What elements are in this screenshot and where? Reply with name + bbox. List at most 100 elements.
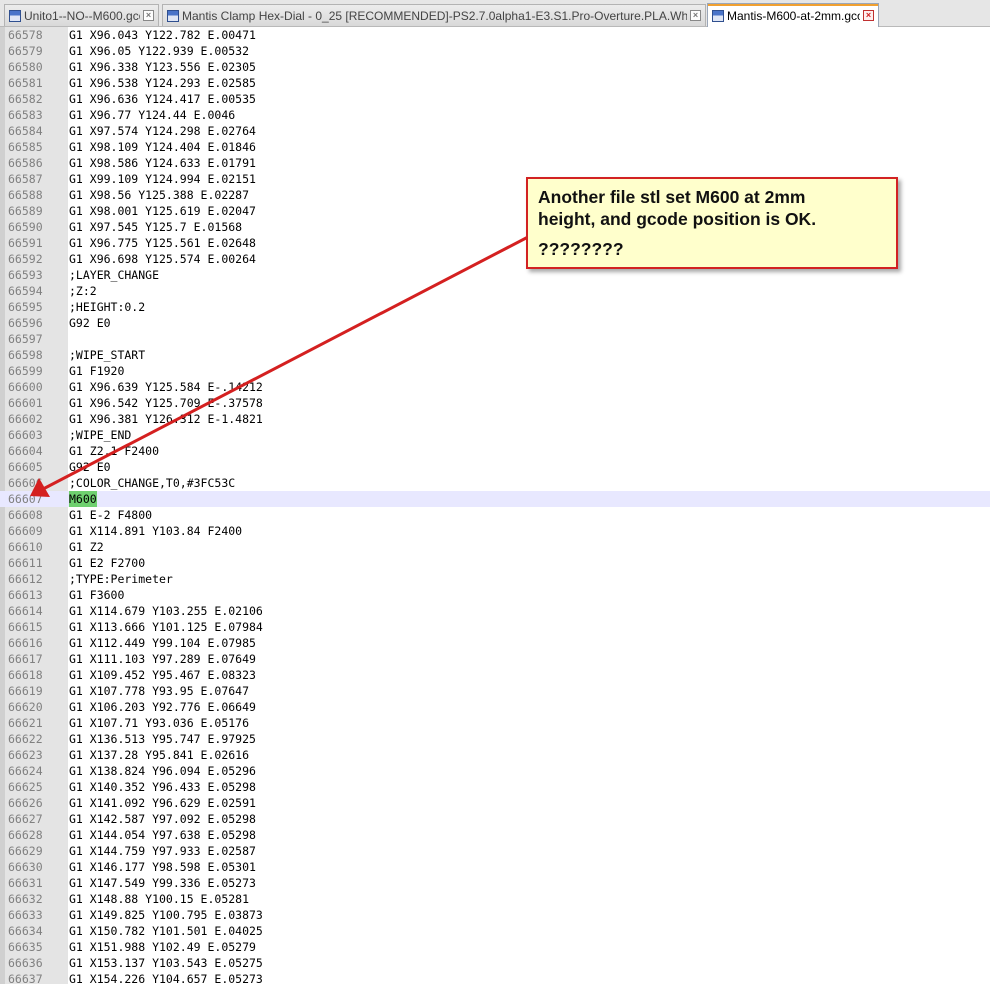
code-text[interactable]: G1 X107.778 Y93.95 E.07647 (69, 683, 249, 699)
code-line[interactable]: 66620 G1 X106.203 Y92.776 E.06649 (0, 699, 990, 715)
close-icon[interactable]: × (143, 10, 154, 21)
code-line[interactable]: 66632 G1 X148.88 Y100.15 E.05281 (0, 891, 990, 907)
code-text[interactable]: G1 X98.001 Y125.619 E.02047 (69, 203, 256, 219)
code-line[interactable]: 66580 G1 X96.338 Y123.556 E.02305 (0, 59, 990, 75)
code-lines[interactable]: 66578 G1 X96.043 Y122.782 E.00471 66579 G1 … (0, 27, 990, 984)
code-line[interactable]: 66581 G1 X96.538 Y124.293 E.02585 (0, 75, 990, 91)
code-line[interactable]: 66616 G1 X112.449 Y99.104 E.07985 (0, 635, 990, 651)
code-line[interactable]: 66630 G1 X146.177 Y98.598 E.05301 (0, 859, 990, 875)
code-line[interactable]: 66636 G1 X153.137 Y103.543 E.05275 (0, 955, 990, 971)
close-icon[interactable]: × (863, 10, 874, 21)
code-text[interactable]: G1 X114.891 Y103.84 F2400 (69, 523, 242, 539)
code-text[interactable]: G1 Z2 (69, 539, 104, 555)
code-line[interactable]: 66628 G1 X144.054 Y97.638 E.05298 (0, 827, 990, 843)
code-line[interactable]: 66618 G1 X109.452 Y95.467 E.08323 (0, 667, 990, 683)
code-line[interactable]: 66605 G92 E0 (0, 459, 990, 475)
code-text[interactable]: ;LAYER_CHANGE (69, 267, 159, 283)
code-text[interactable]: ;WIPE_END (69, 427, 131, 443)
code-text[interactable]: G1 X98.586 Y124.633 E.01791 (69, 155, 256, 171)
code-text[interactable]: G1 X149.825 Y100.795 E.03873 (69, 907, 263, 923)
code-line[interactable]: 66583 G1 X96.77 Y124.44 E.0046 (0, 107, 990, 123)
code-text[interactable]: G1 X153.137 Y103.543 E.05275 (69, 955, 263, 971)
code-line[interactable]: 66609 G1 X114.891 Y103.84 F2400 (0, 523, 990, 539)
code-line[interactable]: 66621 G1 X107.71 Y93.036 E.05176 (0, 715, 990, 731)
code-text[interactable]: G1 X96.05 Y122.939 E.00532 (69, 43, 249, 59)
code-text[interactable]: G1 X137.28 Y95.841 E.02616 (69, 747, 249, 763)
code-line[interactable]: 66624 G1 X138.824 Y96.094 E.05296 (0, 763, 990, 779)
selected-code-text[interactable]: M600 (69, 491, 97, 507)
code-line[interactable]: 66614 G1 X114.679 Y103.255 E.02106 (0, 603, 990, 619)
code-text[interactable]: G1 X106.203 Y92.776 E.06649 (69, 699, 256, 715)
code-line[interactable]: 66597 (0, 331, 990, 347)
code-text[interactable]: G1 X107.71 Y93.036 E.05176 (69, 715, 249, 731)
code-line[interactable]: 66629 G1 X144.759 Y97.933 E.02587 (0, 843, 990, 859)
code-text[interactable]: G1 X109.452 Y95.467 E.08323 (69, 667, 256, 683)
code-line[interactable]: 66586 G1 X98.586 Y124.633 E.01791 (0, 155, 990, 171)
code-text[interactable]: G1 X99.109 Y124.994 E.02151 (69, 171, 256, 187)
code-text[interactable]: G1 X111.103 Y97.289 E.07649 (69, 651, 256, 667)
code-text[interactable]: G1 X151.988 Y102.49 E.05279 (69, 939, 256, 955)
code-text[interactable]: G1 X96.636 Y124.417 E.00535 (69, 91, 256, 107)
code-text[interactable]: G1 Z2.1 F2400 (69, 443, 159, 459)
code-text[interactable]: G92 E0 (69, 315, 111, 331)
code-line[interactable]: 66601 G1 X96.542 Y125.709 E-.37578 (0, 395, 990, 411)
code-line[interactable]: 66595 ;HEIGHT:0.2 (0, 299, 990, 315)
code-text[interactable]: ;HEIGHT:0.2 (69, 299, 145, 315)
code-text[interactable]: G1 X96.538 Y124.293 E.02585 (69, 75, 256, 91)
code-text[interactable]: G1 X144.759 Y97.933 E.02587 (69, 843, 256, 859)
code-text[interactable]: G1 X141.092 Y96.629 E.02591 (69, 795, 256, 811)
code-line[interactable]: 66585 G1 X98.109 Y124.404 E.01846 (0, 139, 990, 155)
code-text[interactable]: G1 X98.109 Y124.404 E.01846 (69, 139, 256, 155)
code-text[interactable]: G1 X142.587 Y97.092 E.05298 (69, 811, 256, 827)
code-line[interactable]: 66634 G1 X150.782 Y101.501 E.04025 (0, 923, 990, 939)
code-text[interactable]: G1 X96.698 Y125.574 E.00264 (69, 251, 256, 267)
code-line[interactable]: 66612 ;TYPE:Perimeter (0, 571, 990, 587)
code-text[interactable]: G92 E0 (69, 459, 111, 475)
tab-unito1-no-m600[interactable]: Unito1--NO--M600.gcode × (4, 4, 159, 26)
code-text[interactable]: ;Z:2 (69, 283, 97, 299)
code-text[interactable]: G1 X146.177 Y98.598 E.05301 (69, 859, 256, 875)
code-line[interactable]: 66625 G1 X140.352 Y96.433 E.05298 (0, 779, 990, 795)
code-line[interactable]: 66596 G92 E0 (0, 315, 990, 331)
code-text[interactable]: G1 X112.449 Y99.104 E.07985 (69, 635, 256, 651)
code-text[interactable]: G1 X97.574 Y124.298 E.02764 (69, 123, 256, 139)
code-text[interactable]: G1 X144.054 Y97.638 E.05298 (69, 827, 256, 843)
code-line[interactable]: 66611 G1 E2 F2700 (0, 555, 990, 571)
code-line[interactable]: 66613 G1 F3600 (0, 587, 990, 603)
code-text[interactable]: G1 E2 F2700 (69, 555, 145, 571)
code-text[interactable]: G1 X96.338 Y123.556 E.02305 (69, 59, 256, 75)
code-text[interactable]: G1 F3600 (69, 587, 124, 603)
code-line[interactable]: 66602 G1 X96.381 Y126.312 E-1.4821 (0, 411, 990, 427)
code-text[interactable]: ;WIPE_START (69, 347, 145, 363)
code-text[interactable]: G1 X154.226 Y104.657 E.05273 (69, 971, 263, 984)
code-text[interactable]: G1 X150.782 Y101.501 E.04025 (69, 923, 263, 939)
code-text[interactable]: G1 X138.824 Y96.094 E.05296 (69, 763, 256, 779)
code-text[interactable]: ;COLOR_CHANGE,T0,#3FC53C (69, 475, 235, 491)
tab-mantis-clamp-hex-dial[interactable]: Mantis Clamp Hex-Dial - 0_25 [RECOMMENDE… (162, 4, 706, 26)
code-line[interactable]: 66626 G1 X141.092 Y96.629 E.02591 (0, 795, 990, 811)
code-text[interactable]: G1 X98.56 Y125.388 E.02287 (69, 187, 249, 203)
code-line[interactable]: 66594 ;Z:2 (0, 283, 990, 299)
code-text[interactable]: G1 F1920 (69, 363, 124, 379)
code-text[interactable]: G1 X96.639 Y125.584 E-.14212 (69, 379, 263, 395)
code-text[interactable]: G1 X96.775 Y125.561 E.02648 (69, 235, 256, 251)
code-text[interactable]: G1 X136.513 Y95.747 E.97925 (69, 731, 256, 747)
code-line[interactable]: 66610 G1 Z2 (0, 539, 990, 555)
code-text[interactable]: G1 X96.77 Y124.44 E.0046 (69, 107, 235, 123)
code-line[interactable]: 66615 G1 X113.666 Y101.125 E.07984 (0, 619, 990, 635)
code-line[interactable]: 66633 G1 X149.825 Y100.795 E.03873 (0, 907, 990, 923)
code-line[interactable]: 66608 G1 E-2 F4800 (0, 507, 990, 523)
code-line[interactable]: 66603 ;WIPE_END (0, 427, 990, 443)
code-text[interactable]: G1 X147.549 Y99.336 E.05273 (69, 875, 256, 891)
code-line[interactable]: 66627 G1 X142.587 Y97.092 E.05298 (0, 811, 990, 827)
code-text[interactable]: ;TYPE:Perimeter (69, 571, 173, 587)
code-line[interactable]: 66623 G1 X137.28 Y95.841 E.02616 (0, 747, 990, 763)
code-line[interactable]: 66604 G1 Z2.1 F2400 (0, 443, 990, 459)
code-line[interactable]: 66584 G1 X97.574 Y124.298 E.02764 (0, 123, 990, 139)
code-line[interactable]: 66631 G1 X147.549 Y99.336 E.05273 (0, 875, 990, 891)
code-line[interactable]: 66619 G1 X107.778 Y93.95 E.07647 (0, 683, 990, 699)
code-line[interactable]: 66600 G1 X96.639 Y125.584 E-.14212 (0, 379, 990, 395)
code-line[interactable]: 66579 G1 X96.05 Y122.939 E.00532 (0, 43, 990, 59)
code-text[interactable]: G1 X96.542 Y125.709 E-.37578 (69, 395, 263, 411)
code-line[interactable]: 66606 ;COLOR_CHANGE,T0,#3FC53C (0, 475, 990, 491)
